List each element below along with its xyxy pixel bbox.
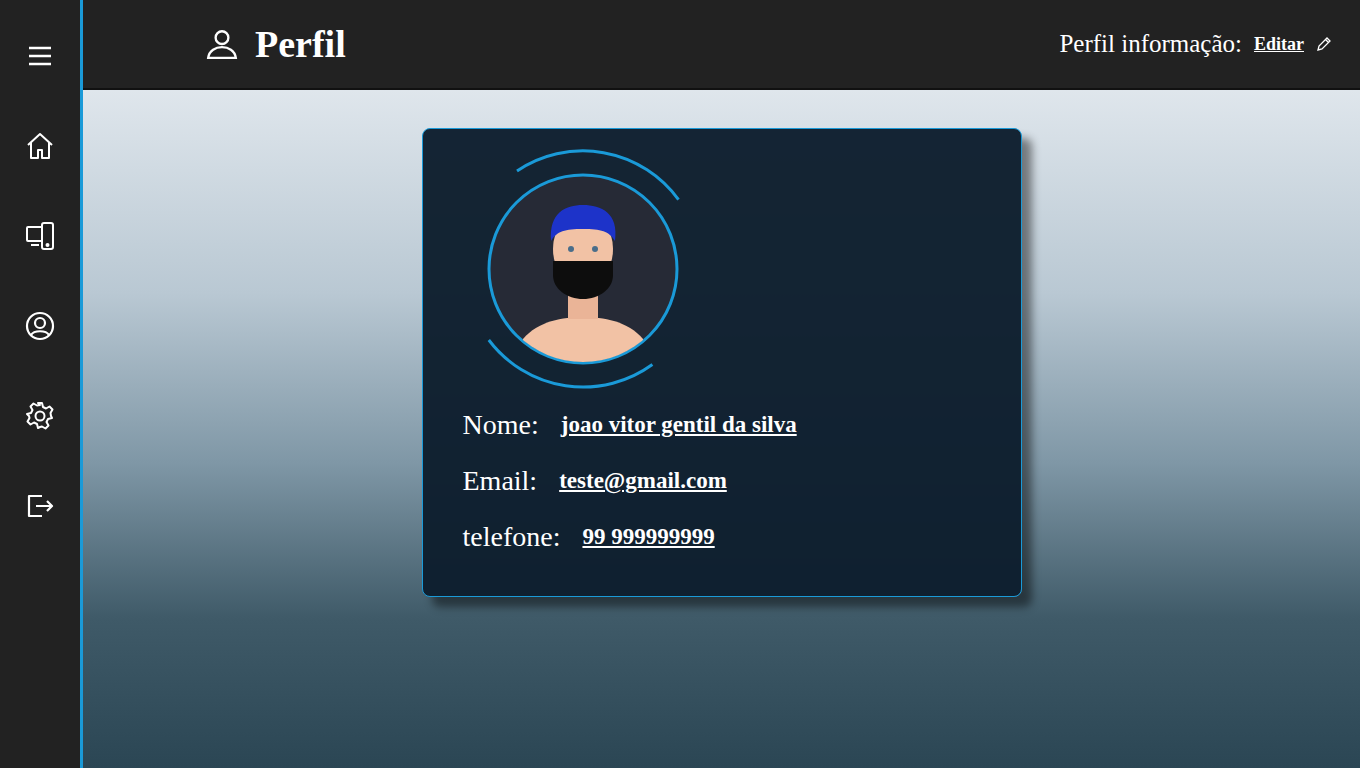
page-title: Perfil <box>255 25 346 63</box>
edit-link[interactable]: Editar <box>1254 31 1304 58</box>
profile-field: Nome: joao vitor gentil da silva <box>463 397 991 453</box>
field-label: Email: <box>463 460 538 502</box>
avatar-icon <box>463 149 703 389</box>
field-value[interactable]: 99 999999999 <box>582 520 714 555</box>
profile-card: Nome: joao vitor gentil da silva Email: tes… <box>422 128 1022 597</box>
pencil-icon[interactable] <box>1316 36 1332 52</box>
field-value[interactable]: teste@gmail.com <box>559 464 727 499</box>
field-label: telefone: <box>463 516 561 558</box>
info-label: Perfil informação: <box>1059 25 1242 63</box>
top-bar: Perfil Perfil informação: Editar <box>83 0 1360 90</box>
profile-field: telefone: 99 999999999 <box>463 509 991 565</box>
background-photo: Nome: joao vitor gentil da silva Email: tes… <box>83 90 1360 768</box>
person-icon <box>205 27 239 61</box>
home-icon[interactable] <box>24 130 56 162</box>
logout-icon[interactable] <box>24 490 56 522</box>
sidebar <box>0 0 83 768</box>
devices-icon[interactable] <box>24 220 56 252</box>
field-value[interactable]: joao vitor gentil da silva <box>561 408 797 443</box>
profile-field: Email: teste@gmail.com <box>463 453 991 509</box>
field-label: Nome: <box>463 404 539 446</box>
user-icon[interactable] <box>24 310 56 342</box>
menu-icon[interactable] <box>24 40 56 72</box>
gear-icon[interactable] <box>24 400 56 432</box>
